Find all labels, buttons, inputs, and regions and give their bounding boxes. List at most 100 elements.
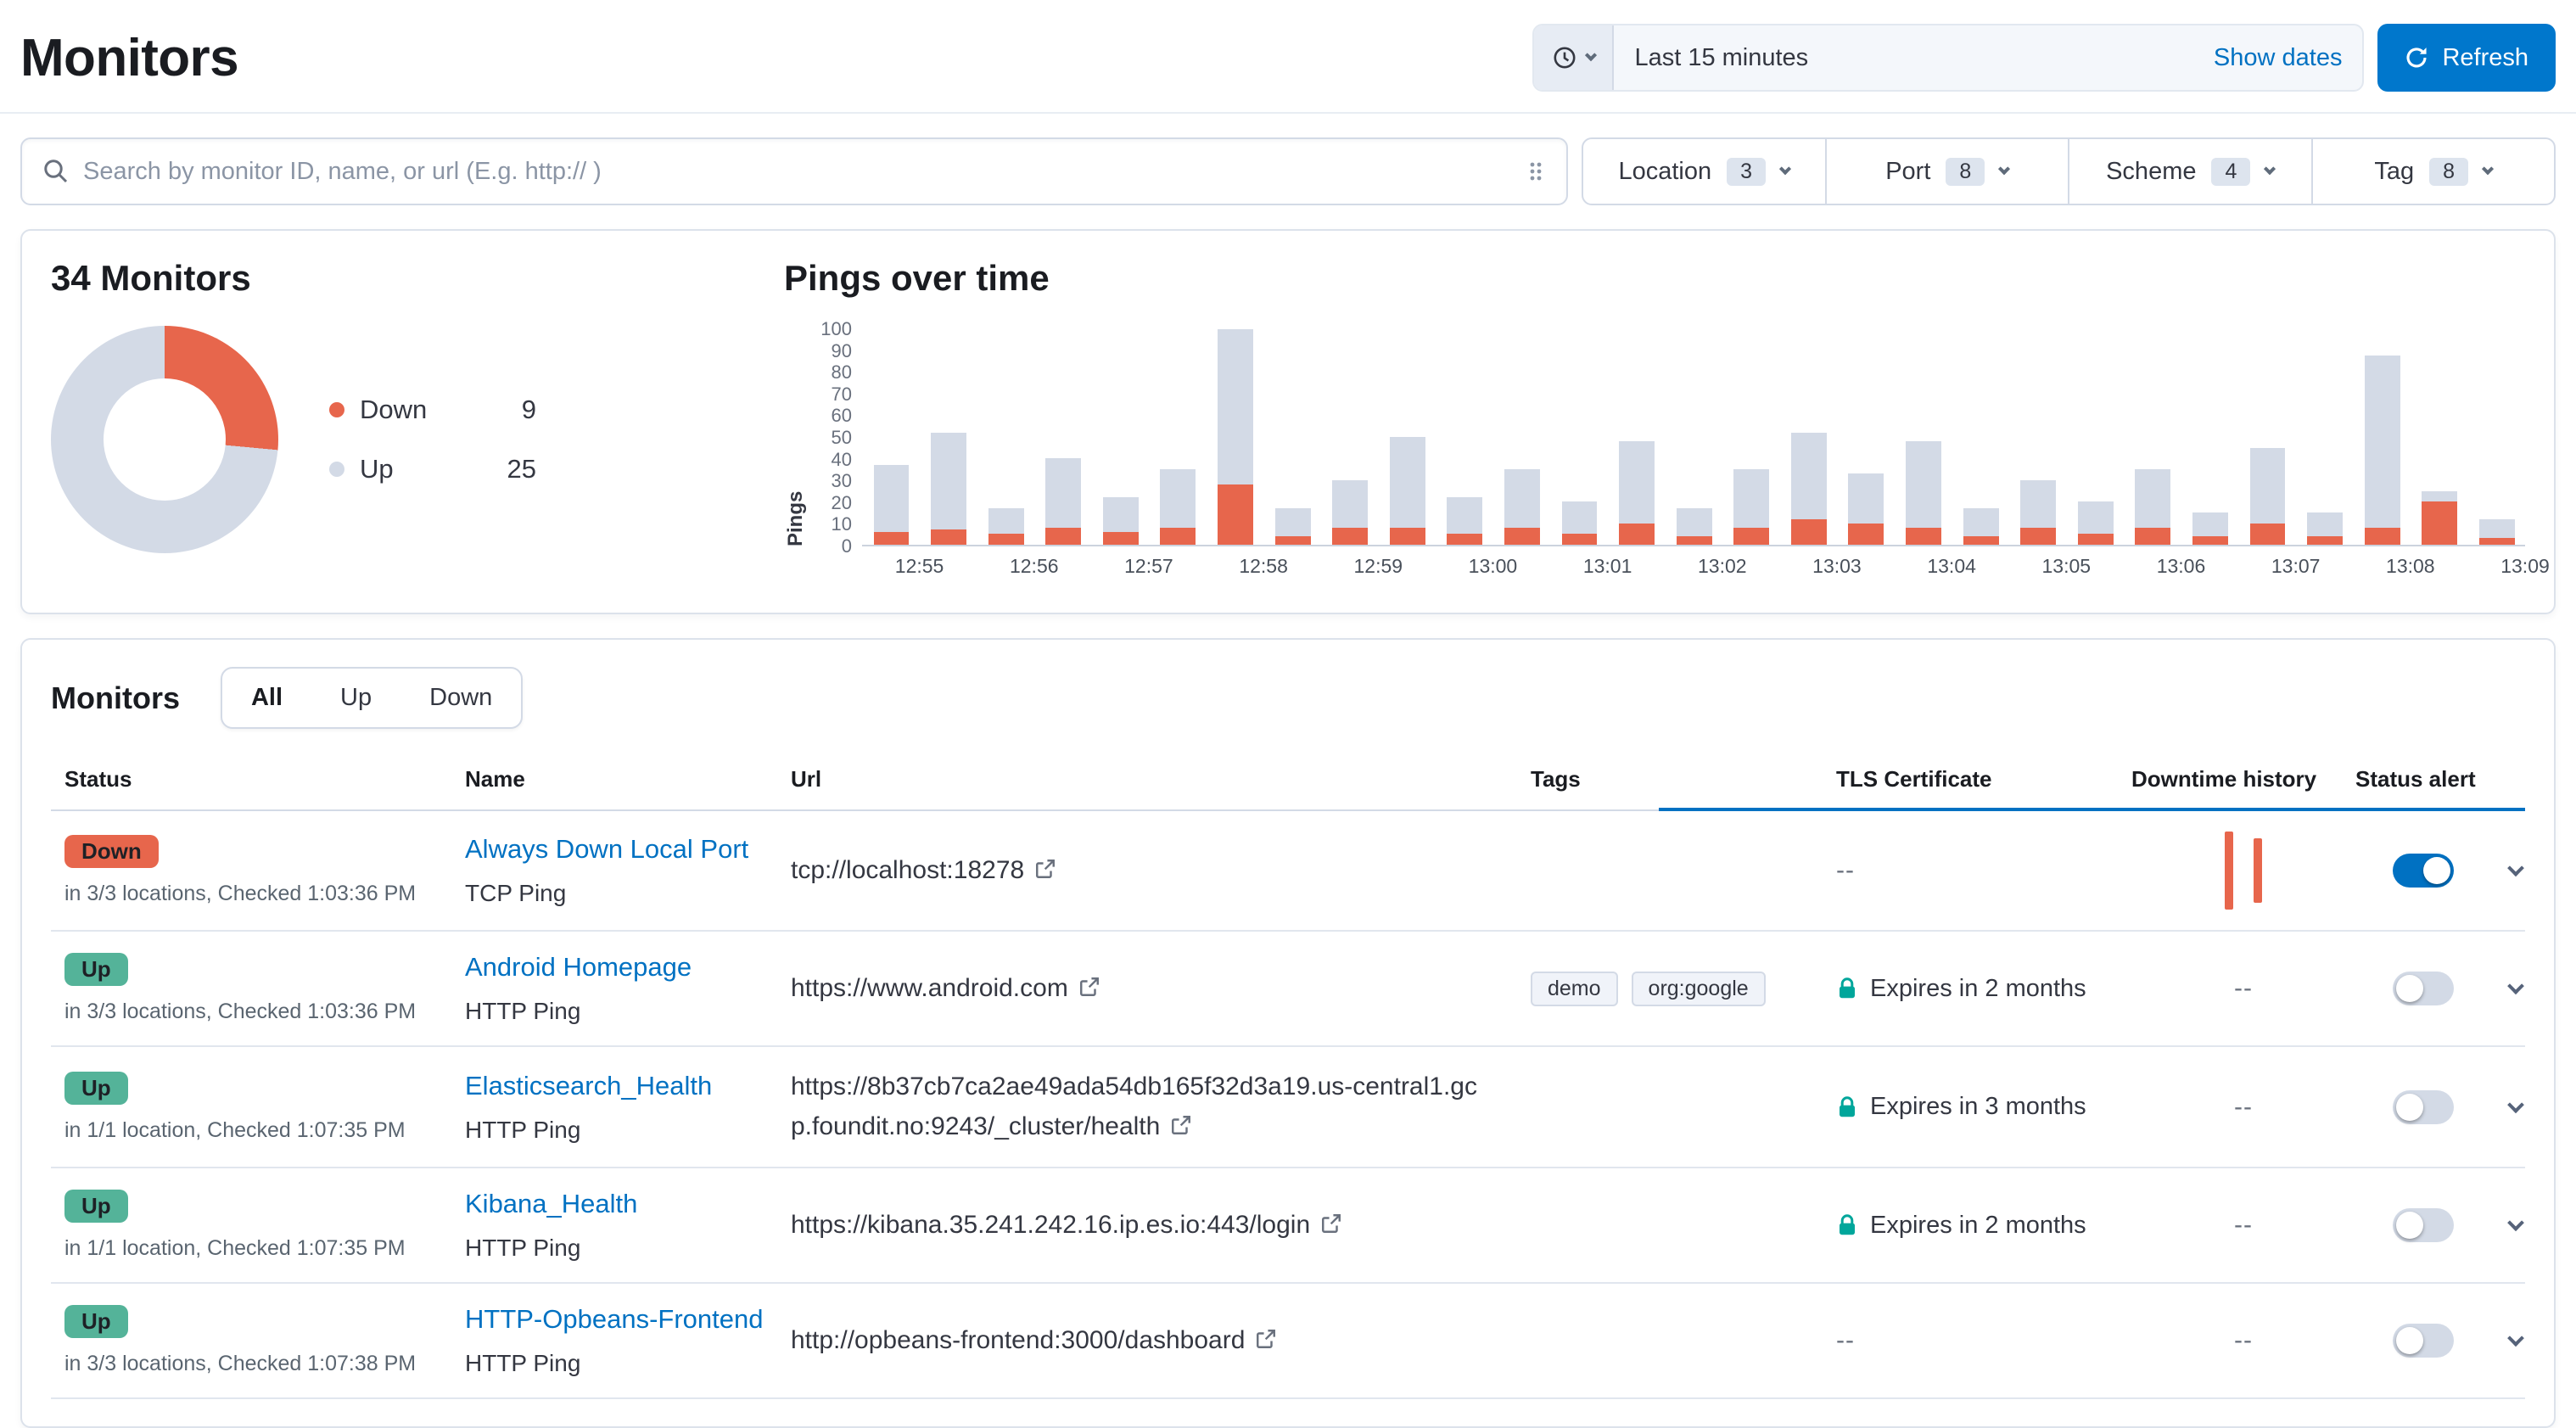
column-header-status: Status [51,766,465,792]
pings-bar [2307,329,2343,545]
monitor-name-link[interactable]: Kibana_Health [465,1189,637,1219]
monitor-name-link[interactable]: Always Down Local Port [465,834,748,865]
chevron-down-icon [2264,163,2276,175]
filter-down-button[interactable]: Down [400,669,521,727]
y-tick-label: 60 [832,405,852,427]
column-header-downtime: Downtime history [2131,766,2355,792]
chevron-down-icon [1585,49,1597,61]
tls-certificate-cell: -- [1836,856,2131,885]
filter-tag[interactable]: Tag 8 [2311,139,2555,204]
external-link-icon [1255,1328,1277,1350]
filter-location[interactable]: Location 3 [1583,139,1825,204]
tls-certificate-cell: Expires in 3 months [1836,1093,2131,1121]
donut-legend: Down 9 Up 25 [329,395,536,484]
pings-bar [1160,329,1196,545]
status-filter-button-group: All Up Down [221,667,523,729]
pings-bar [1791,329,1827,545]
monitor-url-link[interactable]: tcp://localhost:18278 [791,856,1056,884]
tls-certificate-cell: Expires in 2 months [1836,975,2131,1003]
filter-scheme-count: 4 [2211,158,2250,186]
refresh-button[interactable]: Refresh [2377,24,2556,92]
monitor-count-title: 34 Monitors [51,258,764,299]
tls-lock-icon [1836,977,1858,1000]
monitor-url-link[interactable]: https://www.android.com [791,974,1100,1002]
toggle-knob [2396,975,2423,1002]
search-icon [42,158,70,185]
status-badge: Down [64,835,159,868]
search-input[interactable] [70,158,1526,186]
tag-badge[interactable]: org:google [1632,972,1766,1006]
monitor-url-link[interactable]: https://8b37cb7ca2ae49ada54db165f32d3a19… [791,1072,1477,1140]
legend-item-down[interactable]: Down 9 [329,395,536,425]
expand-row-chevron-icon[interactable] [2507,1214,2524,1231]
date-picker: Last 15 minutes Show dates [1532,24,2364,92]
status-alert-toggle[interactable] [2393,854,2454,888]
x-tick-label: 13:06 [2157,555,2206,578]
status-badge: Up [64,1305,128,1338]
filter-scheme[interactable]: Scheme 4 [2068,139,2311,204]
chevron-down-icon [2482,163,2494,175]
status-alert-toggle[interactable] [2393,972,2454,1005]
status-alert-toggle[interactable] [2393,1090,2454,1124]
time-range-value[interactable]: Last 15 minutes [1614,44,2192,72]
search-box [20,137,1568,205]
y-tick-label: 100 [820,318,852,340]
table-header-row: Status Name Url Tags TLS Certificate Dow… [51,756,2525,811]
expand-row-chevron-icon[interactable] [2507,977,2524,994]
y-tick-label: 10 [832,513,852,535]
expand-row-chevron-icon[interactable] [2507,1096,2524,1113]
downtime-spark-bar [2254,838,2262,903]
header-progress-indicator [1659,808,2525,811]
legend-item-up[interactable]: Up 25 [329,454,536,484]
x-tick-label: 12:55 [895,555,944,578]
expand-row-chevron-icon[interactable] [2507,1330,2524,1347]
empty-value-dashes: -- [2234,1093,2253,1122]
page-title: Monitors [20,28,238,88]
external-link-icon [1034,858,1056,880]
downtime-history-cell: -- [2131,1326,2355,1355]
monitor-url-link[interactable]: http://opbeans-frontend:3000/dashboard [791,1326,1277,1354]
filter-all-button[interactable]: All [222,669,311,727]
monitor-type: HTTP Ping [465,998,580,1025]
pings-bar [1848,329,1884,545]
tag-badge[interactable]: demo [1531,972,1618,1006]
monitor-name-link[interactable]: Elasticsearch_Health [465,1071,712,1101]
filter-port[interactable]: Port 8 [1825,139,2069,204]
filter-up-button[interactable]: Up [311,669,400,727]
toggle-knob [2396,1094,2423,1121]
x-tick-label: 13:04 [1927,555,1976,578]
x-tick-label: 12:56 [1010,555,1059,578]
pings-bar [988,329,1024,545]
pings-bar [1619,329,1655,545]
status-alert-toggle[interactable] [2393,1208,2454,1242]
pings-bar [2020,329,2056,545]
table-row: Up in 1/1 location, Checked 1:07:35 PM K… [51,1168,2525,1284]
show-dates-button[interactable]: Show dates [2193,44,2363,72]
status-detail: in 3/3 locations, Checked 1:03:36 PM [64,882,416,906]
expand-row-chevron-icon[interactable] [2507,860,2524,876]
column-header-status-alert: Status alert [2355,766,2491,792]
table-row: Down in 3/3 locations, Checked 1:03:36 P… [51,811,2525,932]
status-detail: in 3/3 locations, Checked 1:03:36 PM [64,1000,416,1024]
date-quick-select-button[interactable] [1534,25,1614,90]
pings-bar [1447,329,1482,545]
controls-row: Location 3 Port 8 Scheme 4 Tag 8 [20,137,2556,205]
status-detail: in 3/3 locations, Checked 1:07:38 PM [64,1352,416,1376]
filter-port-count: 8 [1946,158,1985,186]
tls-certificate-cell: Expires in 2 months [1836,1212,2131,1240]
monitor-name-link[interactable]: HTTP-Opbeans-Frontend [465,1304,763,1335]
monitor-url-link[interactable]: https://kibana.35.241.242.16.ip.es.io:44… [791,1211,1342,1239]
y-tick-label: 80 [832,361,852,384]
legend-down-label: Down [360,395,427,425]
status-alert-toggle[interactable] [2393,1324,2454,1358]
filter-group: Location 3 Port 8 Scheme 4 Tag 8 [1582,137,2556,205]
pings-bar [1963,329,1999,545]
status-badge: Up [64,953,128,986]
top-bar: Monitors Last 15 minutes Show dates Refr… [0,0,2576,114]
empty-value-dashes: -- [2234,1211,2253,1240]
query-menu-icon[interactable] [1526,158,1546,185]
pings-bar [1504,329,1540,545]
monitor-name-link[interactable]: Android Homepage [465,952,692,983]
monitor-url-text: http://opbeans-frontend:3000/dashboard [791,1326,1245,1354]
refresh-icon [2405,46,2428,70]
